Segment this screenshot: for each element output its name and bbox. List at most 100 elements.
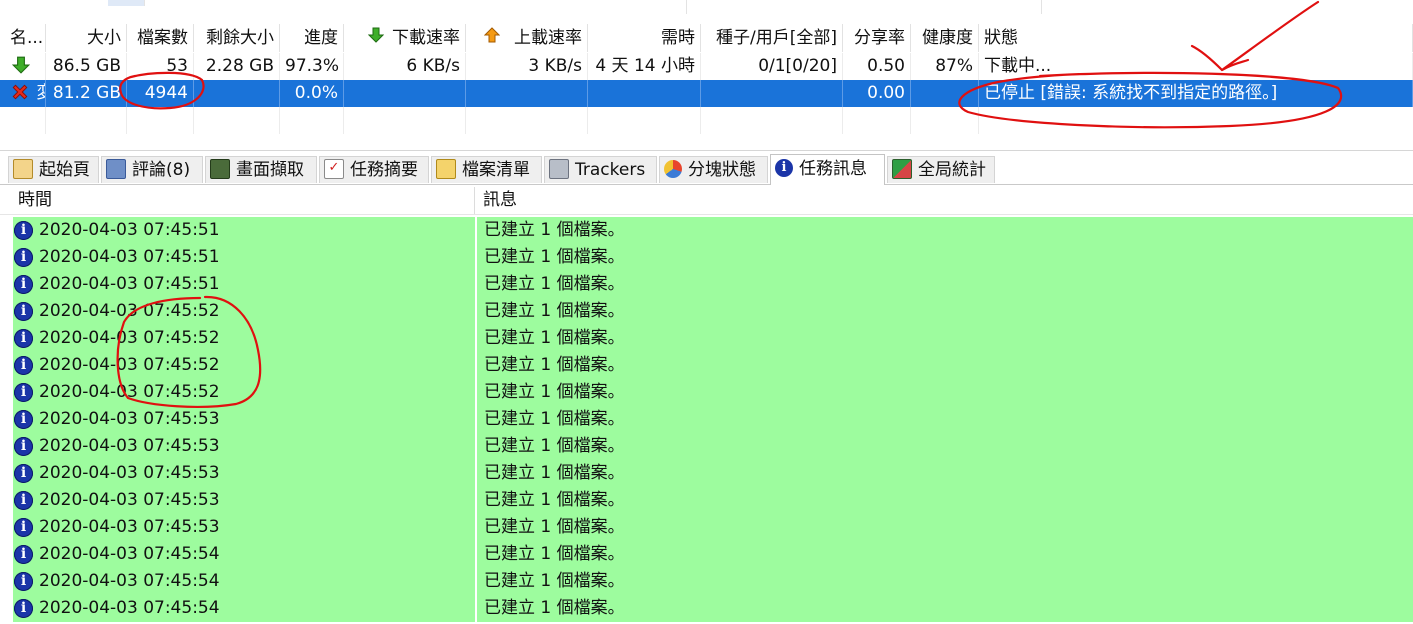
- global-stats-icon: [892, 159, 912, 179]
- log-row[interactable]: i 2020-04-03 07:45:51 已建立 1 個檔案。: [0, 217, 1413, 244]
- cell-health: 87%: [911, 53, 979, 80]
- log-row[interactable]: i 2020-04-03 07:45:53 已建立 1 個檔案。: [0, 406, 1413, 433]
- tab-task-messages[interactable]: i 任務訊息: [770, 154, 885, 185]
- info-icon: i: [14, 572, 33, 591]
- info-icon: i: [14, 518, 33, 537]
- log-time: 2020-04-03 07:45:52: [39, 328, 220, 348]
- log-time-cell: i 2020-04-03 07:45:52: [13, 325, 475, 352]
- torrent-row-selected[interactable]: 変 81.2 GB 4944 0.0% 0.00 已停止 [錯誤: 系統找不到指…: [0, 80, 1413, 107]
- info-icon: i: [14, 221, 33, 240]
- log-row[interactable]: i 2020-04-03 07:45:53 已建立 1 個檔案。: [0, 487, 1413, 514]
- col-files[interactable]: 檔案數: [127, 24, 194, 52]
- log-row[interactable]: i 2020-04-03 07:45:53 已建立 1 個檔案。: [0, 460, 1413, 487]
- info-icon: i: [14, 275, 33, 294]
- log-row[interactable]: i 2020-04-03 07:45:53 已建立 1 個檔案。: [0, 433, 1413, 460]
- cell-progress: 0.0%: [280, 80, 344, 107]
- home-page-icon: [13, 159, 33, 179]
- log-message: 已建立 1 個檔案。: [477, 217, 1413, 244]
- info-icon: i: [14, 356, 33, 375]
- log-time-cell: i 2020-04-03 07:45:52: [13, 352, 475, 379]
- log-row[interactable]: i 2020-04-03 07:45:52 已建立 1 個檔案。: [0, 379, 1413, 406]
- log-time-cell: i 2020-04-03 07:45:52: [13, 298, 475, 325]
- col-size[interactable]: 大小: [46, 24, 127, 52]
- col-remaining[interactable]: 剩餘大小: [194, 24, 280, 52]
- tab-file-list[interactable]: 檔案清單: [431, 156, 542, 183]
- cell-progress: 97.3%: [280, 53, 344, 80]
- log-message: 已建立 1 個檔案。: [477, 244, 1413, 271]
- col-seeds-peers[interactable]: 種子/用戶[全部]: [701, 24, 843, 52]
- cell-upload-speed: [466, 80, 588, 107]
- task-message-log[interactable]: 時間 訊息 i 2020-04-03 07:45:51 已建立 1 個檔案。 i 202…: [0, 187, 1413, 624]
- log-row[interactable]: i 2020-04-03 07:45:51 已建立 1 個檔案。: [0, 244, 1413, 271]
- tab-home[interactable]: 起始頁: [8, 156, 99, 183]
- log-row[interactable]: i 2020-04-03 07:45:52 已建立 1 個檔案。: [0, 298, 1413, 325]
- torrent-row[interactable]: 86.5 GB 53 2.28 GB 97.3% 6 KB/s 3 KB/s 4…: [0, 53, 1413, 80]
- log-time: 2020-04-03 07:45:54: [39, 544, 220, 564]
- log-time: 2020-04-03 07:45:51: [39, 247, 220, 267]
- upload-arrow-icon: [483, 24, 501, 52]
- error-x-icon: [11, 84, 34, 106]
- cell-files: 53: [127, 53, 194, 80]
- tab-comments[interactable]: 評論(8): [101, 156, 203, 183]
- cell-ratio: 0.50: [843, 53, 911, 80]
- log-row[interactable]: i 2020-04-03 07:45:54 已建立 1 個檔案。: [0, 595, 1413, 622]
- cell-ratio: 0.00: [843, 80, 911, 107]
- col-download-speed[interactable]: 下載速率: [344, 24, 466, 52]
- col-ratio[interactable]: 分享率: [843, 24, 911, 52]
- log-time: 2020-04-03 07:45:52: [39, 382, 220, 402]
- log-row[interactable]: i 2020-04-03 07:45:52 已建立 1 個檔案。: [0, 352, 1413, 379]
- cell-eta: 4 天 14 小時: [588, 53, 701, 80]
- log-row[interactable]: i 2020-04-03 07:45:51 已建立 1 個檔案。: [0, 271, 1413, 298]
- log-time-cell: i 2020-04-03 07:45:53: [13, 487, 475, 514]
- tab-global-stats[interactable]: 全局統計: [887, 156, 995, 183]
- cell-remaining: 2.28 GB: [194, 53, 280, 80]
- log-time: 2020-04-03 07:45:53: [39, 517, 220, 537]
- col-eta[interactable]: 需時: [588, 24, 701, 52]
- empty-row: [0, 107, 1413, 134]
- torrent-list[interactable]: 名... 大小 檔案數 剩餘大小 進度 下載速率 上載速率 需時 種子/用戶[全…: [0, 0, 1413, 151]
- col-time[interactable]: 時間: [13, 187, 475, 214]
- info-icon: i: [14, 491, 33, 510]
- tab-pieces[interactable]: 分塊狀態: [659, 156, 768, 183]
- log-time: 2020-04-03 07:45:53: [39, 409, 220, 429]
- log-time-cell: i 2020-04-03 07:45:53: [13, 433, 475, 460]
- log-message: 已建立 1 個檔案。: [477, 514, 1413, 541]
- col-message[interactable]: 訊息: [478, 187, 1413, 214]
- log-message: 已建立 1 個檔案。: [477, 352, 1413, 379]
- log-time: 2020-04-03 07:45:53: [39, 436, 220, 456]
- cell-size: 81.2 GB: [46, 80, 127, 107]
- log-time-cell: i 2020-04-03 07:45:54: [13, 595, 475, 622]
- col-name[interactable]: 名...: [5, 24, 46, 52]
- log-time-cell: i 2020-04-03 07:45:53: [13, 406, 475, 433]
- cell-name: 変: [36, 83, 45, 103]
- tab-screenshots[interactable]: 畫面擷取: [205, 156, 317, 183]
- col-upload-speed[interactable]: 上載速率: [466, 24, 588, 52]
- download-arrow-icon: [367, 24, 385, 52]
- info-icon: i: [14, 410, 33, 429]
- tab-trackers[interactable]: Trackers: [544, 156, 657, 183]
- col-health[interactable]: 健康度: [911, 24, 979, 52]
- log-time-cell: i 2020-04-03 07:45:51: [13, 217, 475, 244]
- log-row[interactable]: i 2020-04-03 07:45:54 已建立 1 個檔案。: [0, 541, 1413, 568]
- info-icon: i: [775, 159, 793, 177]
- file-list-icon: [436, 159, 456, 179]
- col-progress[interactable]: 進度: [280, 24, 344, 52]
- cell-eta: [588, 80, 701, 107]
- trackers-icon: [549, 159, 569, 179]
- log-message: 已建立 1 個檔案。: [477, 325, 1413, 352]
- cell-files: 4944: [127, 80, 194, 107]
- log-time: 2020-04-03 07:45:51: [39, 274, 220, 294]
- log-row[interactable]: i 2020-04-03 07:45:53 已建立 1 個檔案。: [0, 514, 1413, 541]
- info-icon: i: [14, 248, 33, 267]
- info-icon: i: [14, 464, 33, 483]
- col-status[interactable]: 狀態: [979, 24, 1413, 52]
- task-summary-icon: ✓: [324, 159, 344, 179]
- log-message: 已建立 1 個檔案。: [477, 406, 1413, 433]
- tab-task-summary[interactable]: ✓ 任務摘要: [319, 156, 429, 183]
- log-row[interactable]: i 2020-04-03 07:45:52 已建立 1 個檔案。: [0, 325, 1413, 352]
- detail-tab-bar: 起始頁 評論(8) 畫面擷取 ✓ 任務摘要 檔案清單 Trackers 分塊狀態 …: [0, 154, 1413, 185]
- cell-seeds-peers: [701, 80, 843, 107]
- pieces-chart-icon: [664, 160, 682, 178]
- info-icon: i: [14, 545, 33, 564]
- log-row[interactable]: i 2020-04-03 07:45:54 已建立 1 個檔案。: [0, 568, 1413, 595]
